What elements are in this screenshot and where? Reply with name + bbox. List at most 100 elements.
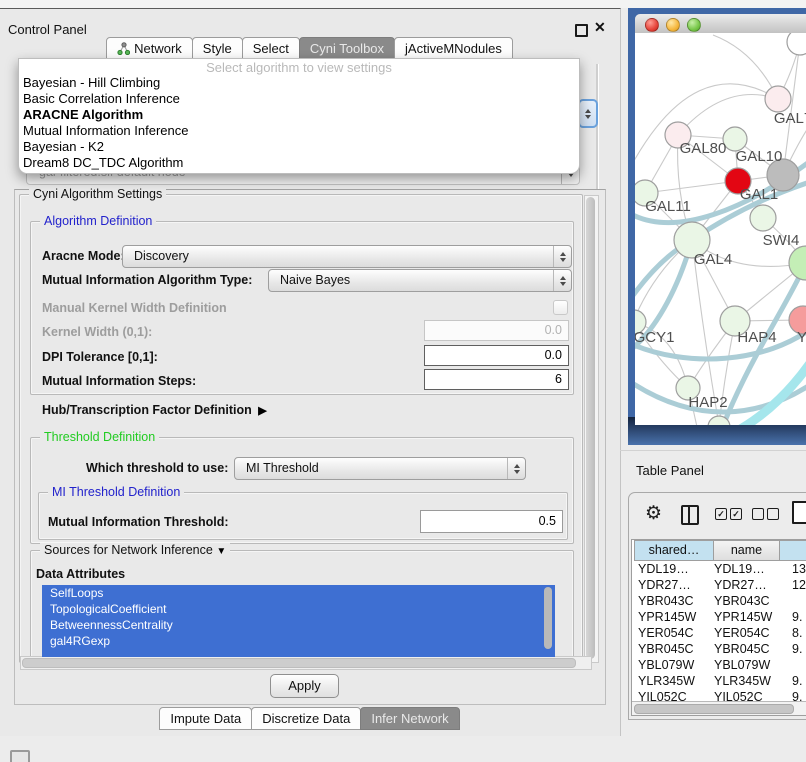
mi-threshold-label: Mutual Information Threshold: xyxy=(48,515,229,529)
table-toolbar: ⚙ ✓✓ xyxy=(629,493,806,537)
sources-title[interactable]: Sources for Network Inference ▼ xyxy=(40,543,230,557)
document-icon[interactable] xyxy=(792,501,806,524)
expand-right-icon: ▶ xyxy=(255,405,267,417)
close-traffic-light-icon[interactable] xyxy=(645,18,659,32)
screen: Control Panel ✕ NetworkStyleSelectCyni T… xyxy=(0,0,806,762)
cyni-algorithm-settings-title: Cyni Algorithm Settings xyxy=(29,187,166,201)
table-row[interactable]: YBR043CYBR043C xyxy=(632,593,806,609)
attributes-scrollbar-thumb[interactable] xyxy=(544,587,552,649)
column-header[interactable] xyxy=(779,540,806,561)
tab-network[interactable]: Network xyxy=(106,37,193,60)
attribute-item[interactable]: TopologicalCoefficient xyxy=(42,601,555,617)
table-row[interactable]: YIL052CYIL052C9. xyxy=(632,689,806,701)
tab-cyni-toolbox[interactable]: Cyni Toolbox xyxy=(299,37,395,60)
algorithm-option[interactable]: Dream8 DC_TDC Algorithm xyxy=(19,155,579,171)
settings-vertical-scrollbar[interactable] xyxy=(584,195,599,663)
algorithm-option[interactable]: Mutual Information Inference xyxy=(19,123,579,139)
dpi-tolerance-input[interactable]: 0.0 xyxy=(424,345,569,366)
hub-definition-toggle[interactable]: Hub/Transcription Factor Definition ▶ xyxy=(42,403,267,417)
data-attributes-label: Data Attributes xyxy=(36,567,125,581)
tab-impute-data[interactable]: Impute Data xyxy=(159,707,252,730)
node-table: shared…name YDL19…YDL19…13YDR27…YDR27…12… xyxy=(631,539,806,716)
mi-steps-input[interactable]: 6 xyxy=(424,369,569,390)
which-threshold-label: Which threshold to use: xyxy=(86,461,228,475)
unchecked-boxes-icon[interactable] xyxy=(752,508,779,520)
column-header[interactable]: name xyxy=(713,540,780,561)
mi-threshold-title: MI Threshold Definition xyxy=(48,485,184,499)
table-row[interactable]: YDL19…YDL19…13 xyxy=(632,561,806,577)
column-header[interactable]: shared… xyxy=(634,540,714,561)
attribute-item[interactable]: SelfLoops xyxy=(42,585,555,601)
node-label: GAL1 xyxy=(740,186,778,203)
threshold-definition-title: Threshold Definition xyxy=(40,430,159,444)
node-label: GAL80 xyxy=(680,140,727,157)
bottom-tabs: Impute DataDiscretize DataInfer Network xyxy=(0,707,620,731)
table-row[interactable]: YPR145WYPR145W9. xyxy=(632,609,806,625)
combo-spinner-icon xyxy=(553,246,571,267)
scrollbar-thumb[interactable] xyxy=(586,197,595,659)
algorithm-option[interactable]: Bayesian - K2 xyxy=(19,139,579,155)
node-label: Y xyxy=(797,329,806,346)
algorithm-option-list: Bayesian - Hill ClimbingBasic Correlatio… xyxy=(19,75,579,171)
tab-style[interactable]: Style xyxy=(192,37,243,60)
network-node[interactable] xyxy=(750,205,776,231)
algorithm-dropdown-popup: Select algorithm to view settings Bayesi… xyxy=(18,58,580,174)
checked-boxes-icon[interactable]: ✓✓ xyxy=(715,508,742,520)
focused-combo-spinner[interactable] xyxy=(578,99,598,128)
table-row[interactable]: YBL079WYBL079W xyxy=(632,657,806,673)
columns-icon[interactable] xyxy=(681,505,699,525)
gear-icon[interactable]: ⚙ xyxy=(645,502,662,526)
table-row[interactable]: YLR345WYLR345W9. xyxy=(632,673,806,689)
network-canvas[interactable]: GAL7GAL80GAL10GAL1GAL11GAL4SWI4GCY1HAP4Y… xyxy=(635,33,806,425)
minimize-traffic-light-icon[interactable] xyxy=(666,18,680,32)
attribute-item[interactable]: gal4RGexp xyxy=(42,633,555,649)
apply-button[interactable]: Apply xyxy=(270,674,339,698)
zoom-traffic-light-icon[interactable] xyxy=(687,18,701,32)
tab-infer-network[interactable]: Infer Network xyxy=(360,707,459,730)
kernel-width-input: 0.0 xyxy=(424,320,569,341)
tab-select[interactable]: Select xyxy=(242,37,300,60)
table-row[interactable]: YDR27…YDR27…12 xyxy=(632,577,806,593)
control-panel-tabs: NetworkStyleSelectCyni ToolboxjActiveMNo… xyxy=(0,37,620,60)
combo-spinner-icon xyxy=(507,458,525,479)
algorithm-dropdown-placeholder: Select algorithm to view settings xyxy=(19,60,579,75)
node-label: HAP2 xyxy=(688,394,727,411)
kernel-width-label: Kernel Width (0,1): xyxy=(42,325,152,339)
which-threshold-combo[interactable]: MI Threshold xyxy=(234,457,526,480)
node-label: GAL4 xyxy=(694,251,732,268)
algorithm-option[interactable]: ARACNE Algorithm xyxy=(19,107,579,123)
table-row[interactable]: YBR045CYBR045C9. xyxy=(632,641,806,657)
table-horizontal-scrollbar[interactable] xyxy=(632,701,806,715)
attribute-item[interactable]: BetweennessCentrality xyxy=(42,617,555,633)
control-panel: Control Panel ✕ NetworkStyleSelectCyni T… xyxy=(0,8,621,736)
table-panel-title: Table Panel xyxy=(636,463,704,478)
mi-steps-label: Mutual Information Steps: xyxy=(42,374,196,388)
node-label: HAP4 xyxy=(737,329,776,346)
mi-type-combo[interactable]: Naive Bayes xyxy=(268,269,572,292)
tab-discretize-data[interactable]: Discretize Data xyxy=(251,707,361,730)
collapse-down-icon: ▼ xyxy=(216,546,226,557)
tab-jactivemnodules[interactable]: jActiveMNodules xyxy=(394,37,513,60)
network-node-gal7[interactable] xyxy=(765,86,791,112)
node-label: GAL10 xyxy=(736,148,783,165)
mi-threshold-input[interactable]: 0.5 xyxy=(420,510,563,533)
algorithm-option[interactable]: Bayesian - Hill Climbing xyxy=(19,75,579,91)
float-window-icon[interactable] xyxy=(575,24,588,37)
scrollbar-thumb[interactable] xyxy=(22,658,576,668)
table-row[interactable]: YER054CYER054C8. xyxy=(632,625,806,641)
algorithm-definition-title: Algorithm Definition xyxy=(40,214,156,228)
aracne-mode-value: Discovery xyxy=(134,246,189,267)
close-icon[interactable]: ✕ xyxy=(594,19,606,36)
network-icon xyxy=(117,42,130,55)
network-node[interactable] xyxy=(787,33,806,55)
network-window-titlebar[interactable] xyxy=(635,14,806,34)
mi-type-label: Mutual Information Algorithm Type: xyxy=(42,273,252,287)
settings-horizontal-scrollbar[interactable] xyxy=(20,656,592,670)
algorithm-option[interactable]: Basic Correlation Inference xyxy=(19,91,579,107)
aracne-mode-combo[interactable]: Discovery xyxy=(122,245,572,268)
scrollbar-thumb[interactable] xyxy=(634,704,794,714)
top-strip xyxy=(0,0,806,8)
collapsed-panel-icon[interactable] xyxy=(10,750,30,762)
data-attributes-list[interactable]: SelfLoopsTopologicalCoefficientBetweenne… xyxy=(42,585,555,657)
table-panel: ⚙ ✓✓ shared…name YDL19…YDL19…13YDR27…YDR… xyxy=(628,492,806,720)
